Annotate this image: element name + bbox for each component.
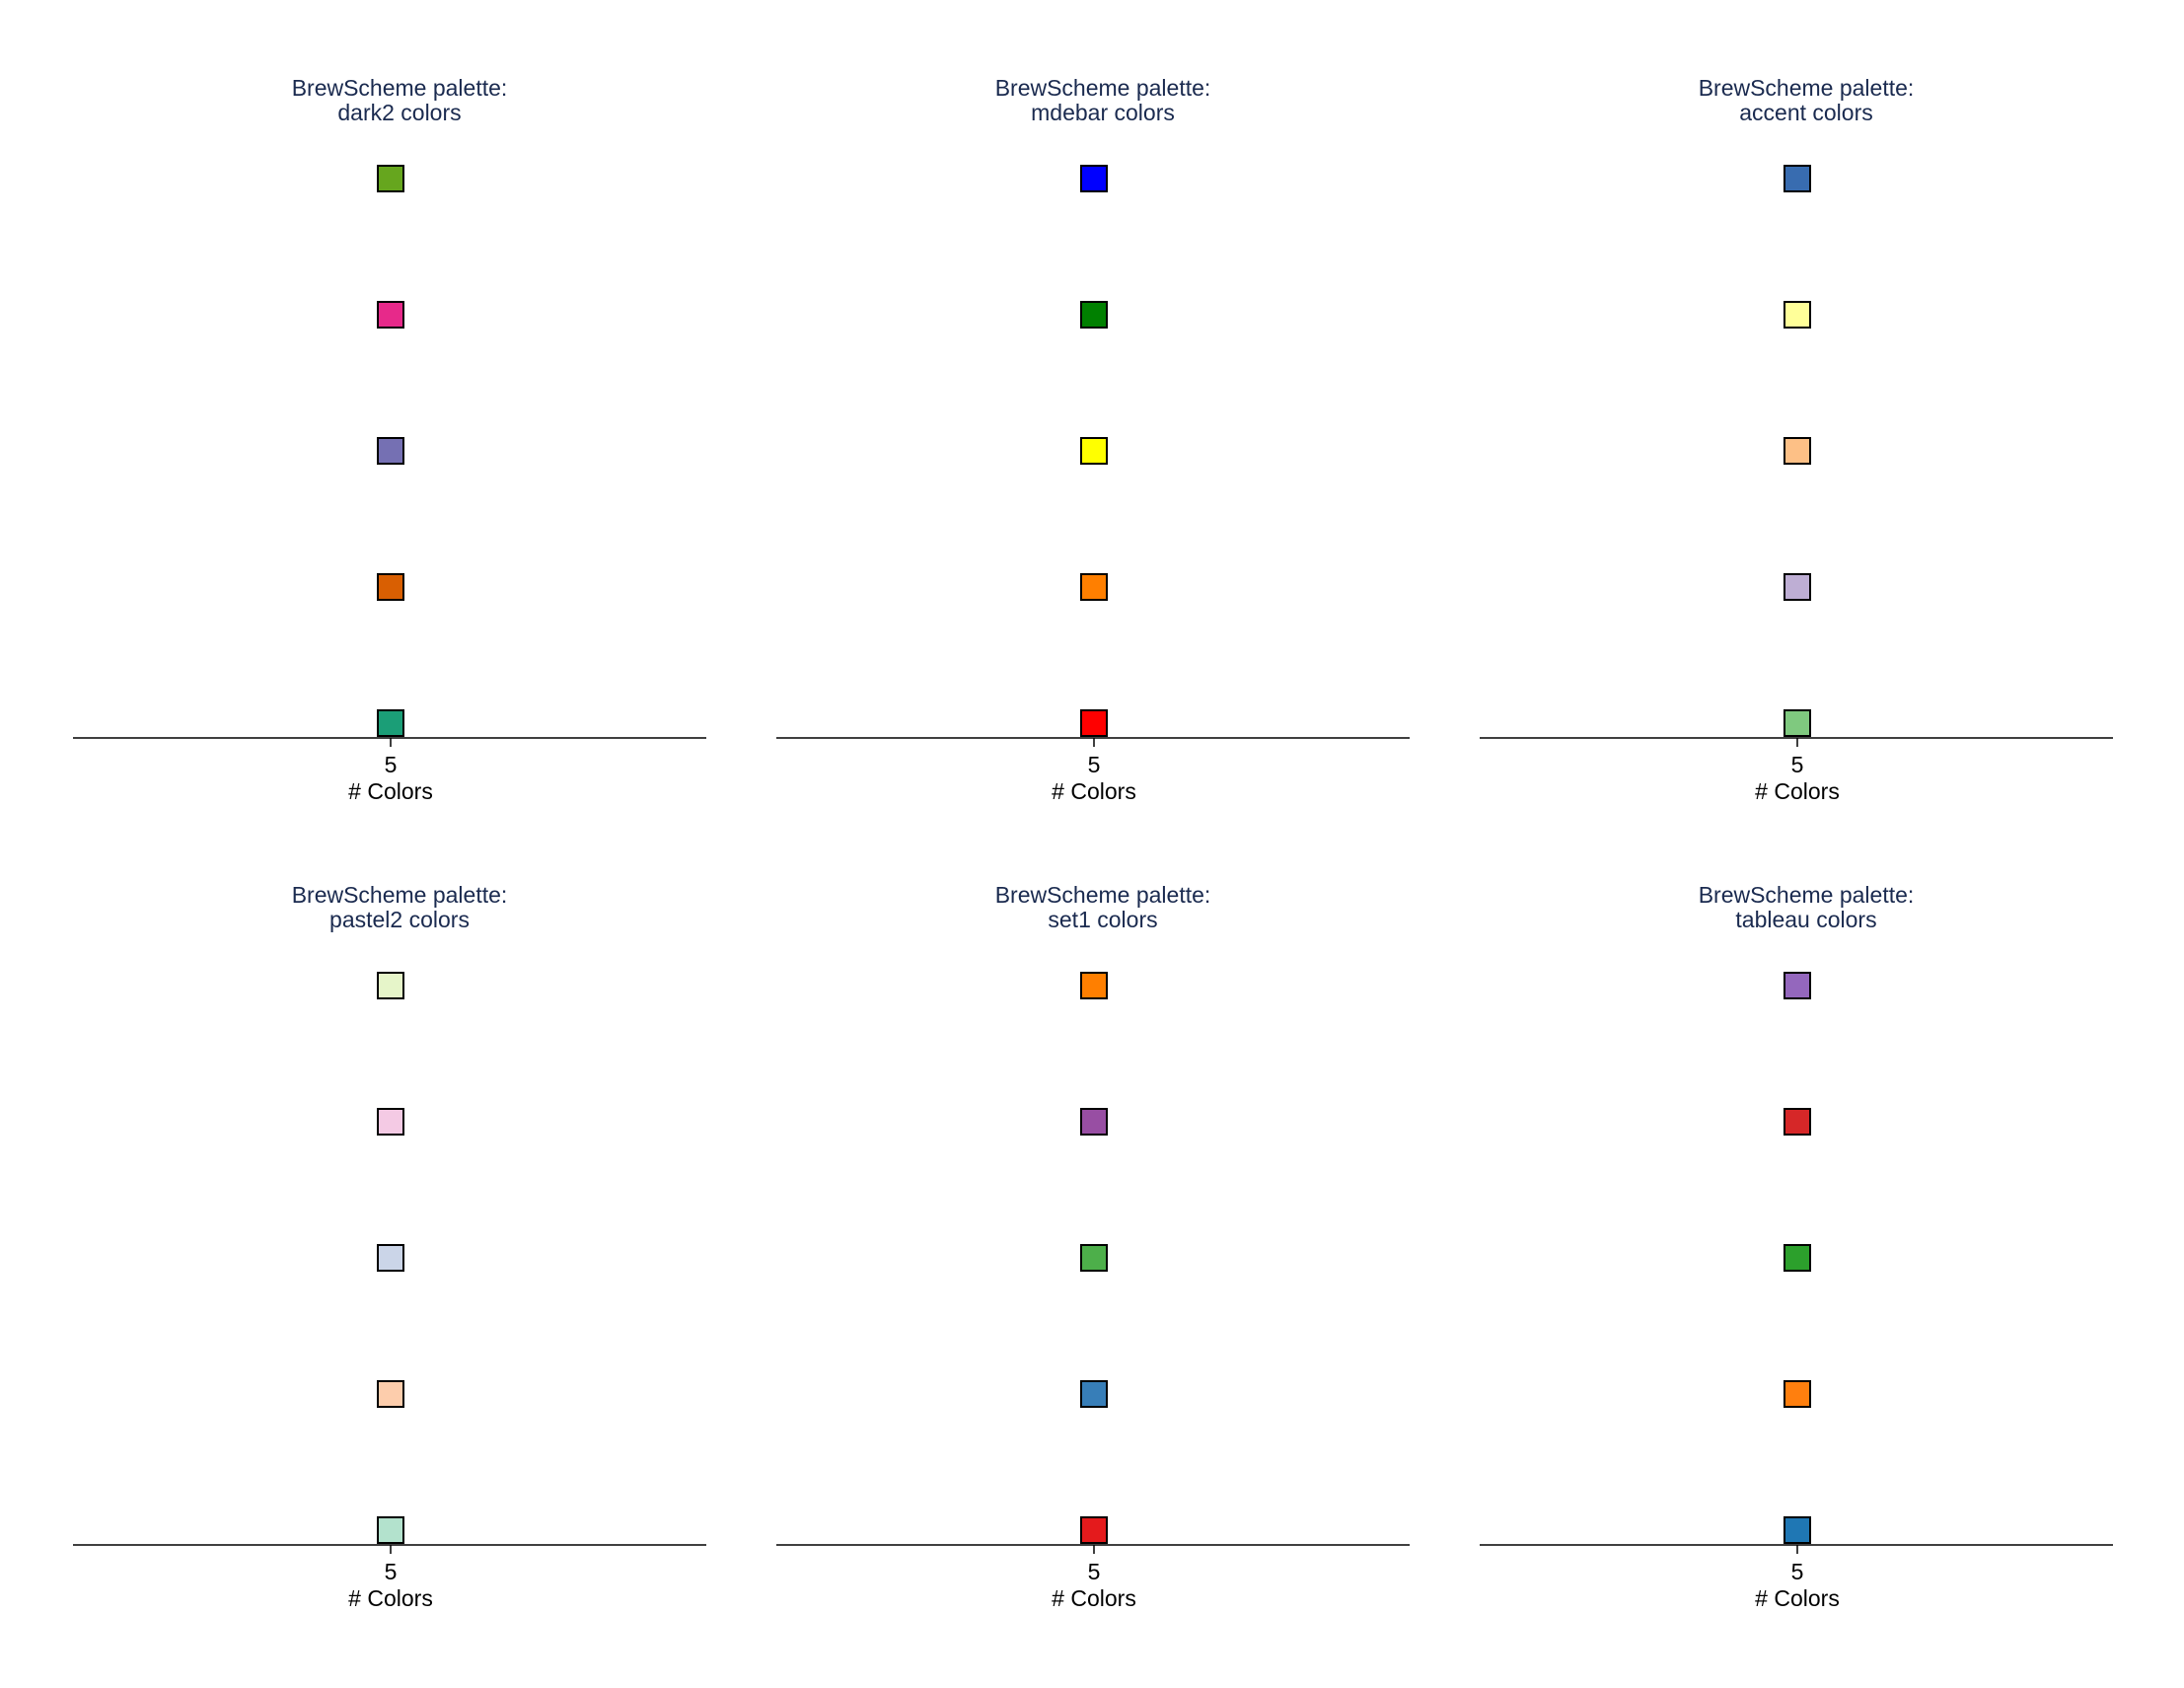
x-tick-label: 5: [1791, 1559, 1804, 1584]
chart-title: BrewScheme palette:: [995, 882, 1211, 908]
color-swatch-marker: [377, 165, 404, 192]
color-swatch-marker: [1784, 709, 1811, 737]
chart-panel-4: BrewScheme palette:pastel2 colors 5# Colo…: [73, 882, 706, 1611]
color-swatch-marker: [377, 972, 404, 999]
chart-title: BrewScheme palette:: [995, 75, 1211, 101]
color-swatch-marker: [1784, 301, 1811, 329]
x-tick-label: 5: [1791, 752, 1804, 777]
chart-panel-6: BrewScheme palette:tableau colors 5# Colo…: [1480, 882, 2113, 1611]
color-swatch-marker: [1784, 1516, 1811, 1544]
chart-title: BrewScheme palette:: [1699, 882, 1915, 908]
color-swatch-marker: [1080, 709, 1108, 737]
chart-title: BrewScheme palette:: [1699, 75, 1915, 101]
chart-panel-3: BrewScheme palette:accent colors 5# Color…: [1480, 75, 2113, 804]
color-swatch-marker: [1080, 573, 1108, 601]
chart-title: BrewScheme palette:: [292, 75, 508, 101]
color-swatch-marker: [1784, 573, 1811, 601]
color-swatch-marker: [1784, 1108, 1811, 1136]
chart-title: BrewScheme palette:: [292, 882, 508, 908]
chart-subtitle: set1 colors: [1048, 907, 1157, 932]
color-swatch-marker: [377, 709, 404, 737]
chart-panel-1: BrewScheme palette:dark2 colors 5# Colors: [73, 75, 706, 804]
chart-subtitle: mdebar colors: [1031, 100, 1175, 125]
color-swatch-marker: [377, 1244, 404, 1272]
x-axis-title: # Colors: [348, 1585, 433, 1611]
color-swatch-marker: [377, 573, 404, 601]
x-tick-label: 5: [385, 1559, 398, 1584]
x-tick-label: 5: [1088, 752, 1101, 777]
color-swatch-marker: [377, 1380, 404, 1408]
color-swatch-marker: [1784, 1244, 1811, 1272]
chart-subtitle: tableau colors: [1735, 907, 1876, 932]
color-swatch-marker: [1784, 1380, 1811, 1408]
color-swatch-marker: [1080, 1516, 1108, 1544]
x-axis-title: # Colors: [1755, 778, 1840, 804]
x-axis-title: # Colors: [348, 778, 433, 804]
color-swatch-marker: [1784, 437, 1811, 465]
color-swatch-marker: [1080, 301, 1108, 329]
color-swatch-marker: [377, 301, 404, 329]
color-swatch-marker: [1080, 1380, 1108, 1408]
chart-subtitle: pastel2 colors: [329, 907, 470, 932]
x-axis-title: # Colors: [1052, 1585, 1136, 1611]
x-axis-title: # Colors: [1755, 1585, 1840, 1611]
x-tick-label: 5: [1088, 1559, 1101, 1584]
color-swatch-marker: [377, 437, 404, 465]
color-swatch-marker: [1080, 972, 1108, 999]
color-swatch-marker: [1080, 1108, 1108, 1136]
x-axis-title: # Colors: [1052, 778, 1136, 804]
chart-panel-5: BrewScheme palette:set1 colors 5# Colors: [776, 882, 1410, 1611]
x-tick-label: 5: [385, 752, 398, 777]
color-swatch-marker: [1080, 165, 1108, 192]
color-swatch-marker: [1784, 165, 1811, 192]
color-swatch-marker: [377, 1108, 404, 1136]
chart-subtitle: dark2 colors: [337, 100, 461, 125]
chart-panel-2: BrewScheme palette:mdebar colors 5# Color…: [776, 75, 1410, 804]
chart-subtitle: accent colors: [1739, 100, 1873, 125]
color-swatch-marker: [1080, 437, 1108, 465]
color-swatch-marker: [1784, 972, 1811, 999]
palette-chart-grid: BrewScheme palette:dark2 colors5# Colors…: [73, 75, 2113, 1611]
color-swatch-marker: [1080, 1244, 1108, 1272]
color-swatch-marker: [377, 1516, 404, 1544]
